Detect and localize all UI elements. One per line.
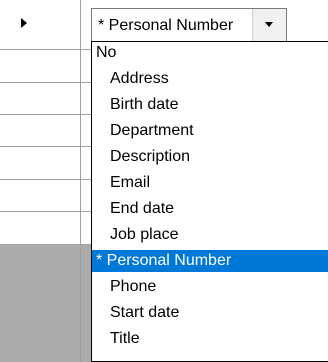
list-item-end-date[interactable]: End date: [92, 198, 328, 220]
list-item-birth-date[interactable]: Birth date: [92, 94, 328, 116]
list-item-personal-number[interactable]: * Personal Number: [92, 250, 328, 272]
combobox-dropdown-button[interactable]: [252, 9, 286, 41]
combobox-value: * Personal Number: [98, 17, 234, 34]
triangle-right-icon: [21, 18, 27, 28]
row-header-cell[interactable]: [0, 50, 81, 83]
row-header-cell[interactable]: [0, 83, 81, 115]
row-header-cell[interactable]: [0, 212, 81, 245]
list-item-description[interactable]: Description: [92, 146, 328, 168]
data-grid: * Personal Number No Address Birth date …: [0, 0, 328, 362]
list-item-email[interactable]: Email: [92, 172, 328, 194]
list-item-start-date[interactable]: Start date: [92, 302, 328, 324]
row-header-cell[interactable]: [0, 180, 81, 212]
row-header-cell[interactable]: [0, 115, 81, 147]
row-header-cell[interactable]: [0, 0, 81, 50]
list-item-address[interactable]: Address: [92, 68, 328, 90]
list-item-department[interactable]: Department: [92, 120, 328, 142]
list-item-title[interactable]: Title: [92, 328, 328, 350]
field-combobox[interactable]: * Personal Number: [91, 8, 287, 42]
row-header-cell[interactable]: [0, 147, 81, 180]
list-item-job-place[interactable]: Job place: [92, 224, 328, 246]
list-item-phone[interactable]: Phone: [92, 276, 328, 298]
list-item-no[interactable]: No: [92, 42, 328, 64]
chevron-down-icon: [265, 22, 273, 27]
combobox-dropdown-list[interactable]: No Address Birth date Department Descrip…: [91, 41, 328, 362]
row-header-empty-area: [0, 245, 81, 362]
